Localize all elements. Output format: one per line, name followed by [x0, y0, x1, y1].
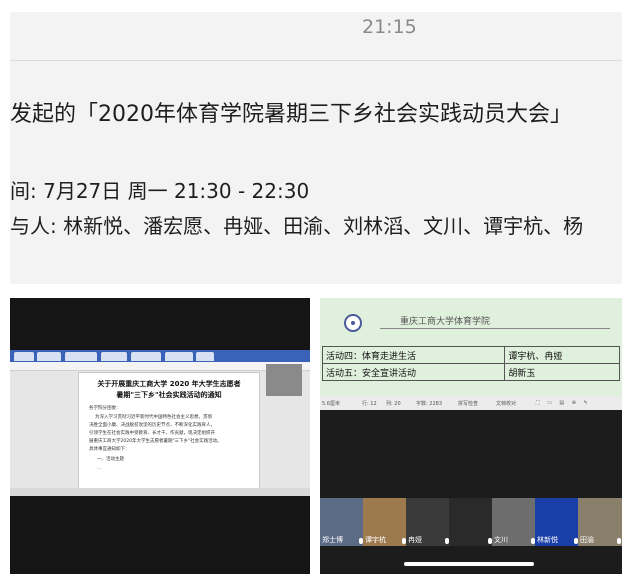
document-page: 关于开展重庆工商大学 2020 年大学生志愿者 暑期"三下乡"社会实践活动的通知… — [78, 372, 260, 496]
taskbar — [10, 488, 310, 496]
participant-name: 林新悦 — [537, 536, 558, 544]
video-gallery: 郑士博 谭宇杭 冉娅 文川 林新悦 田渝 — [320, 498, 622, 548]
meeting-participants: 与人: 林新悦、潘宏愿、冉娅、田渝、刘林滔、文川、谭宇杭、杨 — [10, 214, 584, 238]
mic-icon — [617, 538, 621, 544]
table-row: 活动四：体育走进生活 谭宇杭、冉娅 — [321, 346, 620, 364]
meeting-info-card: 21:15 发起的「2020年体育学院暑期三下乡社会实践动员大会」 间: 7月2… — [10, 12, 622, 284]
toolbar-ribbon — [10, 362, 310, 371]
browser-tab[interactable] — [196, 352, 214, 361]
activity-cell: 活动五：安全宣讲活动 — [321, 363, 506, 381]
table-row: 活动五：安全宣讲活动 胡新玉 — [321, 363, 620, 381]
activity-cell: 活动四：体育走进生活 — [321, 346, 506, 364]
participant-name: 郑士博 — [322, 536, 343, 544]
meeting-time: 间: 7月27日 周一 21:30 - 22:30 — [10, 179, 310, 203]
thumbnail-pane — [266, 364, 302, 396]
view-icons[interactable]: ⛶ ▭ ▤ ⊕ ✎ — [536, 400, 591, 406]
people-cell: 谭宇杭、冉娅 — [504, 346, 620, 364]
meeting-title: 发起的「2020年体育学院暑期三下乡社会实践动员大会」 — [10, 102, 572, 127]
activity-table: 活动四：体育走进生活 谭宇杭、冉娅 活动五：安全宣讲活动 胡新玉 — [321, 346, 620, 381]
participant-tile[interactable]: 冉娅 — [406, 498, 452, 546]
participant-tile[interactable]: 郑士博 — [320, 498, 366, 546]
participant-name: 谭宇杭 — [365, 536, 386, 544]
participant-name: 田渝 — [580, 536, 594, 544]
doc-truncated-line: ... — [97, 466, 102, 471]
people-cell: 胡新玉 — [504, 363, 620, 381]
browser-tab-bar — [10, 350, 310, 362]
participant-name: 冉娅 — [408, 536, 422, 544]
browser-tab[interactable] — [65, 352, 97, 361]
doc-paragraph-line: 引领学生在社会实践中受教育、长才干、作贡献，现决定组织开 — [89, 431, 215, 436]
doc-salutation: 各学院分团委： — [89, 406, 121, 411]
status-col: 列: 20 — [386, 401, 401, 407]
editor-status-bar: 5.6厘米 行: 12 列: 20 字数: 2283 拼写检查 文档校对 ⛶ ▭… — [320, 396, 622, 410]
browser-tab[interactable] — [14, 352, 34, 361]
status-time: 21:15 — [362, 16, 417, 38]
doc-title-line-1: 关于开展重庆工商大学 2020 年大学生志愿者 — [97, 380, 241, 388]
divider — [10, 60, 622, 61]
status-word-count: 字数: 2283 — [416, 401, 442, 407]
screen-share-left: 关于开展重庆工商大学 2020 年大学生志愿者 暑期"三下乡"社会实践活动的通知… — [10, 298, 310, 574]
logo-center — [351, 321, 355, 325]
doc-paragraph-line: 为深入学习贯彻习近平新时代中国特色社会主义思想，贯彻 — [95, 415, 212, 420]
browser-tab[interactable] — [37, 352, 61, 361]
doc-paragraph-line: 具体事宜通知如下： — [89, 447, 130, 452]
status-row: 行: 12 — [362, 401, 377, 407]
header-rule — [380, 328, 610, 329]
screen-share-right: 重庆工商大学体育学院 活动四：体育走进生活 谭宇杭、冉娅 活动五：安全宣讲活动 … — [320, 298, 622, 574]
status-zoom: 5.6厘米 — [322, 401, 340, 407]
university-logo-icon — [344, 314, 362, 332]
participant-tile[interactable]: 田渝 — [578, 498, 622, 546]
doc-title-line-2: 暑期"三下乡"社会实践活动的通知 — [116, 391, 222, 399]
participant-tile[interactable]: 林新悦 — [535, 498, 581, 546]
activity-document: 重庆工商大学体育学院 活动四：体育走进生活 谭宇杭、冉娅 活动五：安全宣讲活动 … — [320, 298, 622, 410]
browser-tab[interactable] — [101, 352, 127, 361]
doc-paragraph-line: 决胜全面小康、决战脱贫攻坚的历史节点，不断深化实践育人， — [89, 423, 215, 428]
doc-section-heading: 一、活动主题 — [97, 457, 124, 462]
browser-tab[interactable] — [165, 352, 193, 361]
doc-check-button[interactable]: 文档校对 — [496, 400, 516, 407]
home-indicator[interactable] — [404, 562, 534, 566]
spellcheck-button[interactable]: 拼写检查 — [458, 400, 478, 407]
browser-tab[interactable] — [131, 352, 161, 361]
university-name: 重庆工商大学体育学院 — [400, 317, 491, 327]
document-window: 关于开展重庆工商大学 2020 年大学生志愿者 暑期"三下乡"社会实践活动的通知… — [10, 350, 310, 496]
participant-tile[interactable] — [449, 498, 495, 546]
participant-tile[interactable]: 文川 — [492, 498, 538, 546]
participant-tile[interactable]: 谭宇杭 — [363, 498, 409, 546]
participant-name: 文川 — [494, 536, 508, 544]
doc-paragraph-line: 展重庆工商大学2020年大学生志愿者暑期"三下乡"社会实践活动。 — [89, 439, 222, 444]
